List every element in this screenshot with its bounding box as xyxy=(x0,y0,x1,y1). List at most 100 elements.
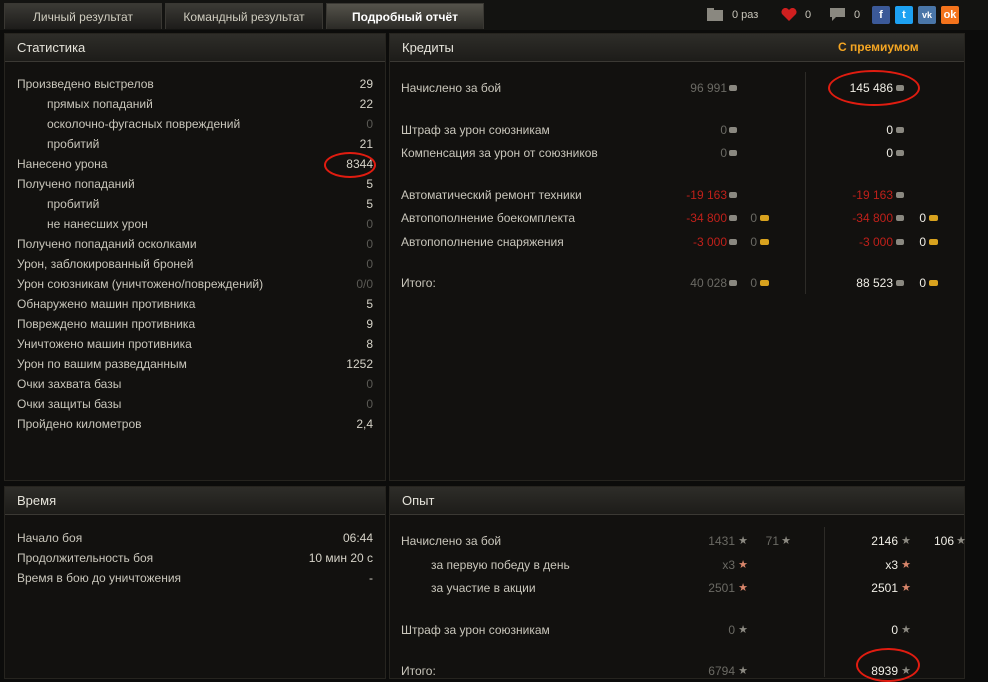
experience-header: Опыт xyxy=(390,487,964,515)
tab-team-result[interactable]: Командный результат xyxy=(165,3,323,29)
gold-premium-value: 0 xyxy=(919,276,926,290)
gold-icon xyxy=(760,239,769,245)
time-label: Время в бою до уничтожения xyxy=(17,571,182,585)
exp-label: Штраф за урон союзникам xyxy=(401,623,550,637)
exp-base-value: 6794 xyxy=(708,664,735,678)
credit-base-value: 0 xyxy=(720,146,727,160)
stat-row: Повреждено машин противника 9 xyxy=(5,315,387,333)
stat-value: 0 xyxy=(366,217,373,231)
exp-base-value: 1431 xyxy=(708,534,735,548)
credit-row: Автоматический ремонт техники -19 163 -19 … xyxy=(390,186,966,204)
stat-value: 5 xyxy=(366,177,373,191)
credit-base-value: -19 163 xyxy=(686,188,727,202)
credit-base-value: 96 991 xyxy=(690,81,727,95)
exp-base-value: 2501 xyxy=(708,581,735,595)
credit-icon xyxy=(896,192,904,198)
stat-label: Урон по вашим разведданным xyxy=(17,357,187,371)
credit-icon xyxy=(729,127,737,133)
free-exp-premium-value: 106 xyxy=(933,534,954,548)
statistics-panel: Статистика Произведено выстрелов 29 прямых… xyxy=(4,33,386,481)
credit-row: Автопополнение снаряжения -3 000 0 -3 000 0 xyxy=(390,233,966,251)
stat-value: 1252 xyxy=(346,357,373,371)
gold-base-value: 0 xyxy=(750,211,757,225)
highlight-experience xyxy=(856,648,920,682)
time-value: - xyxy=(369,571,373,585)
tab-detailed-report[interactable]: Подробный отчёт xyxy=(326,3,484,29)
stat-row: Очки захвата базы 0 xyxy=(5,375,387,393)
credit-label: Начислено за бой xyxy=(401,81,502,95)
heart-icon[interactable] xyxy=(781,8,797,22)
stat-row: осколочно-фугасных повреждений 0 xyxy=(5,115,387,133)
statistics-title: Статистика xyxy=(17,40,86,55)
gold-base-value: 0 xyxy=(750,235,757,249)
credit-icon xyxy=(729,150,737,156)
highlight-credits xyxy=(828,70,920,106)
exp-label: Начислено за бой xyxy=(401,534,502,548)
credit-icon xyxy=(729,85,737,91)
stat-row: Урон, заблокированный броней 0 xyxy=(5,255,387,273)
vkontakte-icon[interactable]: vk xyxy=(918,6,936,24)
stat-label: Пройдено километров xyxy=(17,417,142,431)
time-value: 10 мин 20 с xyxy=(308,551,373,565)
free-exp-icon: ★ xyxy=(781,535,791,547)
time-row: Продолжительность боя 10 мин 20 с xyxy=(5,549,387,567)
time-row: Начало боя 06:44 xyxy=(5,529,387,547)
star-icon: ★ xyxy=(738,559,748,571)
gold-icon xyxy=(929,215,938,221)
stat-label: Уничтожено машин противника xyxy=(17,337,192,351)
comment-icon[interactable] xyxy=(830,8,845,21)
gold-icon xyxy=(929,239,938,245)
credit-icon xyxy=(896,239,904,245)
credit-base-value: -3 000 xyxy=(692,235,727,249)
credit-icon xyxy=(896,150,904,156)
stat-value: 0/0 xyxy=(356,277,373,291)
gold-premium-value: 0 xyxy=(919,211,926,225)
credit-row: Автопополнение боекомплекта -34 800 0 -34 8… xyxy=(390,209,966,227)
highlight-damage xyxy=(324,152,376,178)
exp-row: Штраф за урон союзникам 0 ★ 0 ★ xyxy=(390,621,966,639)
exp-base-value: x3 xyxy=(722,558,735,572)
exp-label: за первую победу в день xyxy=(431,558,570,572)
tab-personal-result[interactable]: Личный результат xyxy=(4,3,162,29)
time-label: Продолжительность боя xyxy=(17,551,154,565)
time-title: Время xyxy=(17,493,57,508)
credit-premium-value: 0 xyxy=(886,123,893,137)
twitter-icon[interactable]: t xyxy=(895,6,913,24)
credit-label: Компенсация за урон от союзников xyxy=(401,146,598,160)
stat-label: Получено попаданий осколками xyxy=(17,237,197,251)
exp-premium-value: 2501 xyxy=(871,581,898,595)
gold-icon xyxy=(760,280,769,286)
folder-icon[interactable] xyxy=(707,8,723,21)
saved-count: 0 раз xyxy=(732,9,759,21)
exp-row: за участие в акции 2501 ★ 2501 ★ xyxy=(390,579,966,597)
credit-row: Компенсация за урон от союзников 0 0 xyxy=(390,144,966,162)
stat-row: Очки защиты базы 0 xyxy=(5,395,387,413)
star-icon: ★ xyxy=(901,535,911,547)
gold-icon xyxy=(760,215,769,221)
stat-value: 21 xyxy=(359,137,373,151)
odnoklassniki-icon[interactable]: ok xyxy=(941,6,959,24)
gold-icon xyxy=(929,280,938,286)
stat-label: Нанесено урона xyxy=(17,157,108,171)
stat-row: пробитий 5 xyxy=(5,195,387,213)
stat-row: Произведено выстрелов 29 xyxy=(5,75,387,93)
time-value: 06:44 xyxy=(342,531,373,545)
credit-label: Автопополнение боекомплекта xyxy=(401,211,575,225)
stat-label: Урон, заблокированный броней xyxy=(17,257,194,271)
stat-row: Получено попаданий 5 xyxy=(5,175,387,193)
premium-title: С премиумом xyxy=(838,40,919,54)
time-label: Начало боя xyxy=(17,531,83,545)
credit-base-value: 40 028 xyxy=(690,276,727,290)
credit-premium-value: -3 000 xyxy=(858,235,893,249)
premium-divider xyxy=(805,72,806,294)
time-panel: Время Начало боя 06:44 Продолжительность б… xyxy=(4,486,386,679)
credit-icon xyxy=(729,215,737,221)
facebook-icon[interactable]: f xyxy=(872,6,890,24)
gold-premium-value: 0 xyxy=(919,235,926,249)
stat-label: пробитий xyxy=(47,197,100,211)
stat-label: Произведено выстрелов xyxy=(17,77,154,91)
star-icon: ★ xyxy=(738,624,748,636)
stat-label: Очки защиты базы xyxy=(17,397,122,411)
star-icon: ★ xyxy=(901,624,911,636)
stat-label: осколочно-фугасных повреждений xyxy=(47,117,241,131)
